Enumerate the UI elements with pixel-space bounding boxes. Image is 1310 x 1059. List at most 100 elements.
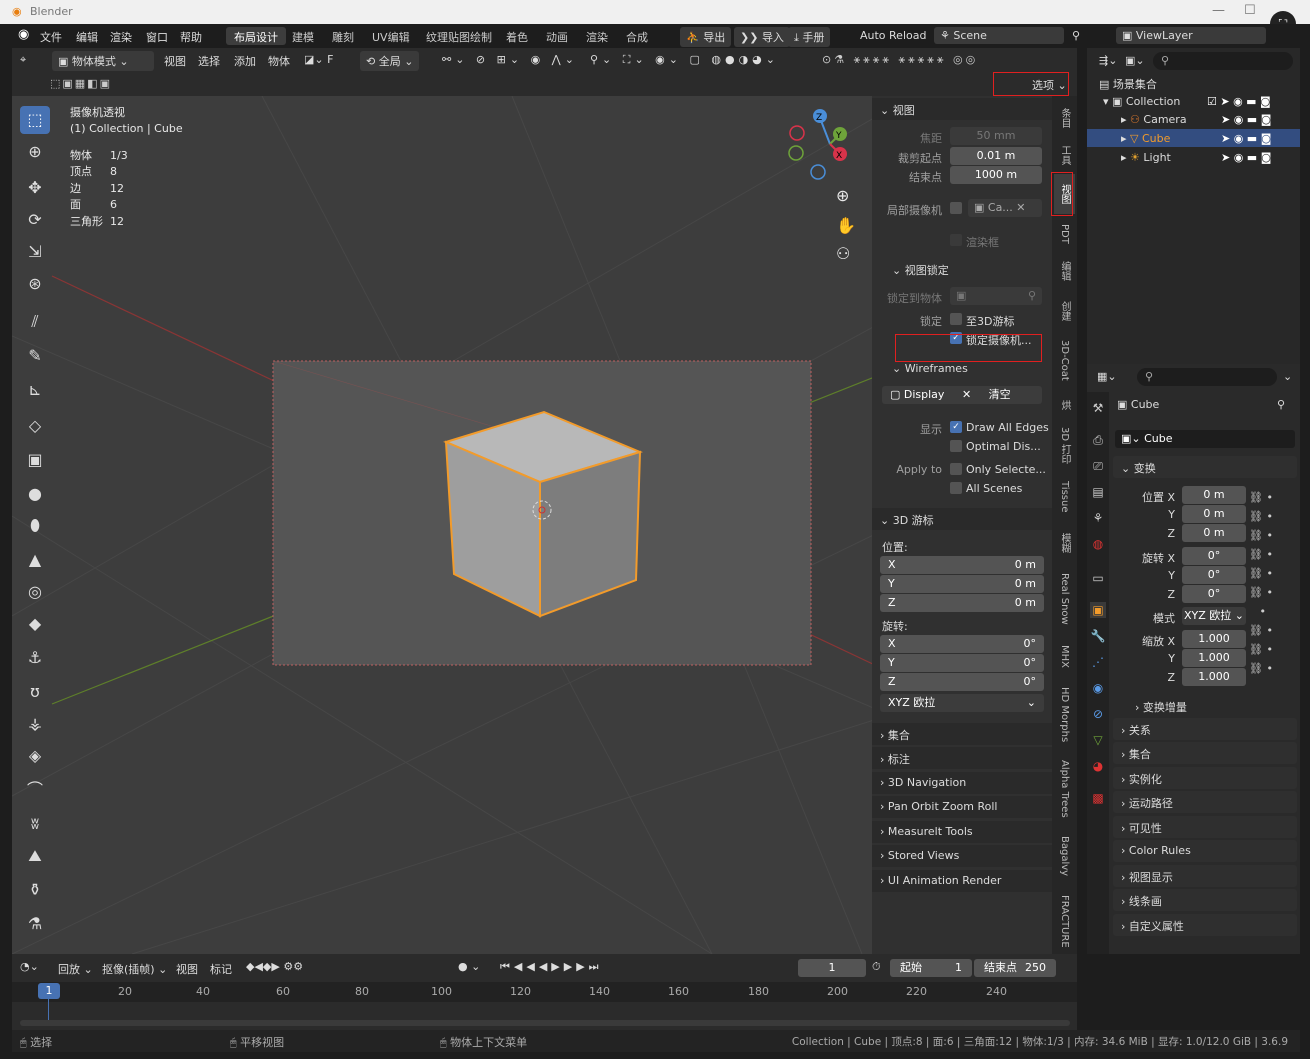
lock-toggle-icons[interactable]: ⛓ • ⛓ • ⛓ • ⛓ • ⛓ • ⛓ • • ⛓ • ⛓ • ⛓ • (1249, 488, 1273, 678)
section-annotation[interactable]: › 标注 (872, 747, 1052, 769)
object-props-icon[interactable]: ▣ (1090, 602, 1106, 618)
rotation-mode-dropdown[interactable]: XYZ 欧拉 ⌄ (1182, 607, 1246, 625)
view-layer-selector[interactable]: ▣ ViewLayer (1116, 27, 1266, 44)
menu-playback[interactable]: 回放 ⌄ (58, 961, 93, 977)
constraint-props-icon[interactable]: ⊘ (1090, 706, 1106, 722)
menu-timeline-view[interactable]: 视图 (176, 961, 198, 977)
menu-view[interactable]: 视图 (164, 53, 186, 69)
tab-bake[interactable]: 烘 (1054, 390, 1075, 420)
tool-props-icon[interactable]: ⚒ (1090, 400, 1106, 416)
select-mode-icons[interactable]: ⬚▣▦◧▣ (50, 77, 112, 90)
modifier-props-icon[interactable]: 🔧 (1090, 628, 1106, 644)
tab-tool[interactable]: 工具 (1054, 138, 1075, 172)
view-layer-props-icon[interactable]: ▤ (1090, 484, 1106, 500)
clip-start-field[interactable]: 0.01 m (950, 147, 1042, 165)
maximize-icon[interactable]: ☐ (1244, 3, 1256, 18)
start-frame-field[interactable]: 起始 1 (890, 959, 972, 977)
section-custom-properties[interactable]: › 自定义属性 (1113, 914, 1297, 936)
annotate-tool-icon[interactable]: ✎ (20, 342, 50, 370)
delta-transform-header[interactable]: › 变换增量 (1135, 699, 1187, 715)
import-button[interactable]: ❯❯ 导入 (734, 27, 790, 47)
pivot-icon[interactable]: ⚯⌄ ⊘ ⊞⌄ ◉ ⋀⌄ (442, 53, 578, 66)
timeline-editor-icon[interactable]: ◔⌄ (20, 960, 39, 973)
add-grass-icon[interactable]: ʬ (20, 810, 50, 838)
snap-icon[interactable]: ◪⌄ F (304, 53, 333, 66)
timeline-scrollbar[interactable] (20, 1020, 1070, 1026)
menu-object[interactable]: 物体 (268, 53, 290, 69)
cursor-tool-icon[interactable]: ⊕ (20, 138, 50, 166)
section-relations[interactable]: › 关系 (1113, 718, 1297, 740)
draw-all-edges-checkbox[interactable]: ✓ (950, 421, 962, 433)
3d-cursor-header[interactable]: ⌄ 3D 游标 (872, 508, 1052, 530)
menu-render[interactable]: 渲染 (110, 29, 132, 45)
menu-file[interactable]: 文件 (40, 29, 62, 45)
section-stored-views[interactable]: › Stored Views (872, 845, 1052, 867)
tab-modeling[interactable]: 建模 (284, 27, 322, 45)
render-props-icon[interactable]: ⎙ (1090, 432, 1106, 448)
tab-real-snow[interactable]: Real Snow (1054, 564, 1075, 634)
measure-tool-icon[interactable]: ⊾ (20, 376, 50, 404)
cursor-z-field[interactable]: Z0 m (880, 594, 1044, 612)
rotate-tool-icon[interactable]: ⟳ (20, 206, 50, 234)
clip-end-field[interactable]: 1000 m (950, 166, 1042, 184)
menu-edit[interactable]: 编辑 (76, 29, 98, 45)
cursor-rot-y-field[interactable]: Y 0° (880, 654, 1044, 672)
scale-tool-icon[interactable]: ⇲ (20, 238, 50, 266)
render-region-checkbox[interactable] (950, 234, 962, 246)
properties-search-input[interactable]: ⚲ (1137, 368, 1277, 386)
tab-uv[interactable]: UV编辑 (364, 27, 418, 45)
display-mode-icon[interactable]: ▣⌄ (1125, 54, 1145, 67)
outliner-item-camera[interactable]: ▸ ⚇ Camera ➤ ◉ ▬ ◙ (1121, 113, 1271, 126)
add-rainbow-icon[interactable]: ⌒ (20, 776, 50, 804)
object-name-field[interactable]: ▣⌄ Cube (1115, 430, 1295, 448)
location-x-field[interactable]: 0 m (1182, 486, 1246, 504)
local-camera-field[interactable]: ▣ Ca... ✕ (968, 199, 1042, 217)
transform-tool-icon[interactable]: ⊛ (20, 270, 50, 298)
add-cup-icon[interactable]: ⚗ (20, 910, 50, 938)
menu-select[interactable]: 选择 (198, 53, 220, 69)
mode-selector[interactable]: ▣ 物体模式 ⌄ (52, 51, 154, 71)
cursor-x-field[interactable]: X0 m (880, 556, 1044, 574)
end-frame-field[interactable]: 结束点 250 (974, 959, 1056, 977)
add-cone-icon[interactable]: ▲ (20, 546, 50, 574)
slash-tool-icon[interactable]: ⫽ (20, 308, 50, 336)
material-props-icon[interactable]: ◕ (1090, 758, 1106, 774)
pin-icon[interactable]: ⚲ (1072, 29, 1080, 42)
lock-cursor-checkbox[interactable] (950, 313, 962, 325)
blender-menu-icon[interactable]: ◉ (18, 27, 29, 42)
tab-texture-paint[interactable]: 纹理贴图绘制 (418, 27, 500, 45)
outliner-filter-icon[interactable]: ⇶⌄ (1099, 54, 1117, 67)
menu-window[interactable]: 窗口 (146, 29, 168, 45)
menu-help[interactable]: 帮助 (180, 29, 202, 45)
section-collections[interactable]: › 集合 (1113, 742, 1297, 764)
playback-controls[interactable]: ⏮◀◀◀▶▶▶⏭ (500, 960, 603, 974)
tab-3d-print[interactable]: 3D 打印 (1054, 422, 1075, 470)
section-visibility[interactable]: › 可见性 (1113, 816, 1297, 838)
local-camera-checkbox[interactable] (950, 202, 962, 214)
transform-orientation[interactable]: ⟲ 全局 ⌄ (360, 51, 420, 71)
tab-edit[interactable]: 编辑 (1054, 254, 1075, 288)
all-scenes-checkbox[interactable] (950, 482, 962, 494)
collection-props-icon[interactable]: ▭ (1090, 570, 1106, 586)
section-instancing[interactable]: › 实例化 (1113, 767, 1297, 789)
tab-mhx[interactable]: MHX (1054, 638, 1075, 674)
scene-props-icon[interactable]: ⚘ (1090, 510, 1106, 526)
tab-item[interactable]: 条目 (1054, 100, 1075, 136)
particles-props-icon[interactable]: ⋰ (1090, 654, 1106, 670)
select-box-tool-icon[interactable]: ⬚ (20, 106, 50, 134)
tab-tissue[interactable]: Tissue (1054, 472, 1075, 522)
tab-fracture[interactable]: FRACTURE (1054, 890, 1075, 952)
tab-fuzzy[interactable]: 模糊 (1054, 526, 1075, 560)
tab-rendering[interactable]: 渲染 (578, 27, 616, 45)
wireframe-display-button[interactable]: ▢ Display ✕ 清空 (882, 386, 1042, 404)
section-3d-navigation[interactable]: › 3D Navigation (872, 772, 1052, 794)
add-cube-icon[interactable]: ▣ (20, 446, 50, 474)
world-props-icon[interactable]: ◍ (1090, 536, 1106, 552)
view-lock-header[interactable]: ⌄ 视图锁定 (884, 258, 1044, 280)
zoom-icon[interactable]: ⊕ (836, 186, 849, 205)
scene-collection-row[interactable]: ▤ 场景集合 (1099, 76, 1157, 92)
add-bottle-icon[interactable]: ⚱ (20, 876, 50, 904)
only-selected-checkbox[interactable] (950, 463, 962, 475)
location-z-field[interactable]: 0 m (1182, 524, 1246, 542)
auto-reload-label[interactable]: Auto Reload (860, 29, 926, 42)
